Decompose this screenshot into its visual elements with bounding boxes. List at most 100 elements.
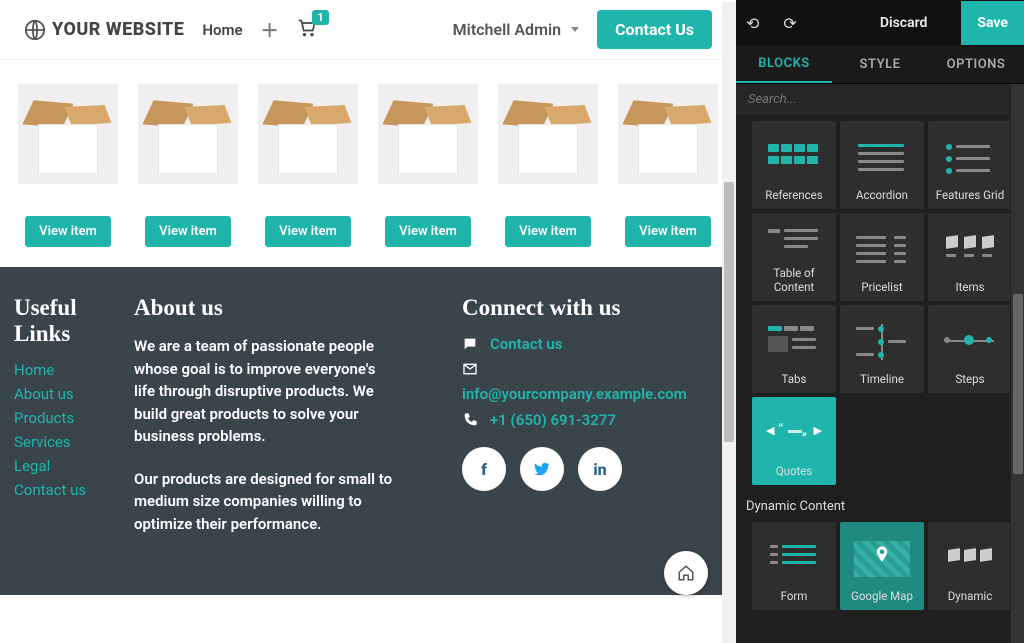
block-label: Items [955, 281, 984, 295]
view-item-button[interactable]: View item [625, 216, 711, 247]
product-card[interactable] [490, 84, 606, 184]
editor-toolbar: ⟲ ⟳ Discard Save [736, 0, 1024, 46]
save-button[interactable]: Save [961, 1, 1024, 45]
section-dynamic-content: Dynamic Content [742, 485, 1022, 522]
phone-link[interactable]: +1 (650) 691-3277 [490, 411, 616, 429]
linkedin-button[interactable]: in [578, 447, 622, 491]
contact-us-link[interactable]: Contact us [490, 335, 562, 353]
chevron-down-icon [571, 27, 579, 32]
block-items[interactable]: Items [928, 213, 1012, 301]
footer-link[interactable]: About us [14, 385, 114, 403]
block-accordion[interactable]: Accordion [840, 121, 924, 209]
footer-about-p2: Our products are designed for small to m… [134, 468, 394, 536]
footer-links-title: Useful Links [14, 295, 114, 347]
block-label: Timeline [860, 373, 904, 387]
tab-options[interactable]: OPTIONS [928, 47, 1024, 82]
social-buttons: f in [462, 447, 722, 491]
email-link[interactable]: info@yourcompany.example.com [462, 385, 687, 403]
undo-button[interactable]: ⟲ [746, 14, 759, 33]
block-pricelist[interactable]: Pricelist [840, 213, 924, 301]
view-item-button[interactable]: View item [145, 216, 231, 247]
block-dynamic[interactable]: Dynamic [928, 522, 1012, 610]
connect-email [462, 361, 722, 377]
block-timeline[interactable]: Timeline [840, 305, 924, 393]
block-features-grid[interactable]: Features Grid [928, 121, 1012, 209]
facebook-button[interactable]: f [462, 447, 506, 491]
editor-search [736, 84, 1024, 115]
product-image [378, 84, 478, 184]
editor-scrollbar-thumb[interactable] [1013, 294, 1023, 474]
block-references[interactable]: References [752, 121, 836, 209]
view-item-button[interactable]: View item [25, 216, 111, 247]
globe-icon [24, 19, 46, 41]
product-card[interactable] [10, 84, 126, 184]
product-image [138, 84, 238, 184]
discard-button[interactable]: Discard [880, 15, 928, 31]
block-label: Google Map [851, 590, 913, 604]
page-scrollbar[interactable] [722, 2, 736, 643]
product-image [18, 84, 118, 184]
site-logo[interactable]: YOUR WEBSITE [24, 19, 184, 41]
connect-contact: Contact us [462, 335, 722, 353]
footer-link[interactable]: Services [14, 433, 114, 451]
user-name: Mitchell Admin [453, 20, 561, 39]
view-item-button[interactable]: View item [505, 216, 591, 247]
product-image [618, 84, 718, 184]
add-page-button[interactable]: ＋ [261, 17, 279, 43]
website-preview: YOUR WEBSITE Home ＋ 1 Mitchell Admin Con… [0, 0, 736, 643]
search-input[interactable] [736, 84, 1024, 115]
block-quotes[interactable]: ◀ “ „ ▶ Quotes [752, 397, 836, 485]
block-tabs[interactable]: Tabs [752, 305, 836, 393]
view-item-button[interactable]: View item [265, 216, 351, 247]
home-fab[interactable] [664, 551, 708, 595]
footer-connect-col: Connect with us Contact us info@yourcomp… [462, 295, 722, 555]
tab-style[interactable]: STYLE [832, 47, 928, 82]
tab-blocks[interactable]: BLOCKS [736, 46, 832, 83]
block-label: Accordion [856, 189, 908, 203]
envelope-icon [462, 361, 478, 377]
footer-link[interactable]: Home [14, 361, 114, 379]
view-buttons-row: View item View item View item View item … [0, 184, 736, 267]
footer-link[interactable]: Contact us [14, 481, 114, 499]
page-scrollbar-thumb[interactable] [724, 182, 734, 442]
footer-connect-title: Connect with us [462, 295, 722, 321]
block-label: Steps [955, 373, 984, 387]
footer-links-col: Useful Links Home About us Products Serv… [14, 295, 114, 555]
block-label: Dynamic [948, 590, 993, 604]
block-form[interactable]: Form [752, 522, 836, 610]
editor-panel: ⟲ ⟳ Discard Save BLOCKS STYLE OPTIONS [736, 0, 1024, 643]
map-pin-icon [873, 545, 891, 563]
contact-us-button[interactable]: Contact Us [597, 10, 712, 49]
product-card[interactable] [370, 84, 486, 184]
block-label: Form [781, 590, 808, 604]
navbar: YOUR WEBSITE Home ＋ 1 Mitchell Admin Con… [0, 0, 736, 60]
product-card[interactable] [610, 84, 726, 184]
connect-email-value: info@yourcompany.example.com [462, 385, 722, 403]
product-image [498, 84, 598, 184]
editor-scrollbar[interactable] [1010, 84, 1024, 643]
chat-icon [462, 336, 478, 352]
editor-tabs: BLOCKS STYLE OPTIONS [736, 46, 1024, 84]
redo-button[interactable]: ⟳ [783, 14, 796, 33]
user-menu[interactable]: Mitchell Admin [453, 20, 579, 39]
product-image [258, 84, 358, 184]
products-row [0, 60, 736, 184]
footer-about-p1: We are a team of passionate people whose… [134, 335, 394, 448]
product-card[interactable] [130, 84, 246, 184]
block-google-map[interactable]: Google Map [840, 522, 924, 610]
blocks-panel: References Accordion [736, 115, 1024, 643]
block-label: Quotes [776, 465, 813, 479]
block-label: Features Grid [936, 189, 1004, 203]
block-steps[interactable]: Steps [928, 305, 1012, 393]
product-card[interactable] [250, 84, 366, 184]
cart-button[interactable]: 1 [297, 18, 317, 42]
footer-link[interactable]: Products [14, 409, 114, 427]
block-label: Table of Content [754, 267, 834, 295]
nav-home[interactable]: Home [202, 21, 242, 39]
twitter-button[interactable] [520, 447, 564, 491]
block-table-of-content[interactable]: Table of Content [752, 213, 836, 301]
twitter-icon [533, 460, 551, 478]
cart-badge: 1 [312, 10, 328, 25]
footer-link[interactable]: Legal [14, 457, 114, 475]
view-item-button[interactable]: View item [385, 216, 471, 247]
